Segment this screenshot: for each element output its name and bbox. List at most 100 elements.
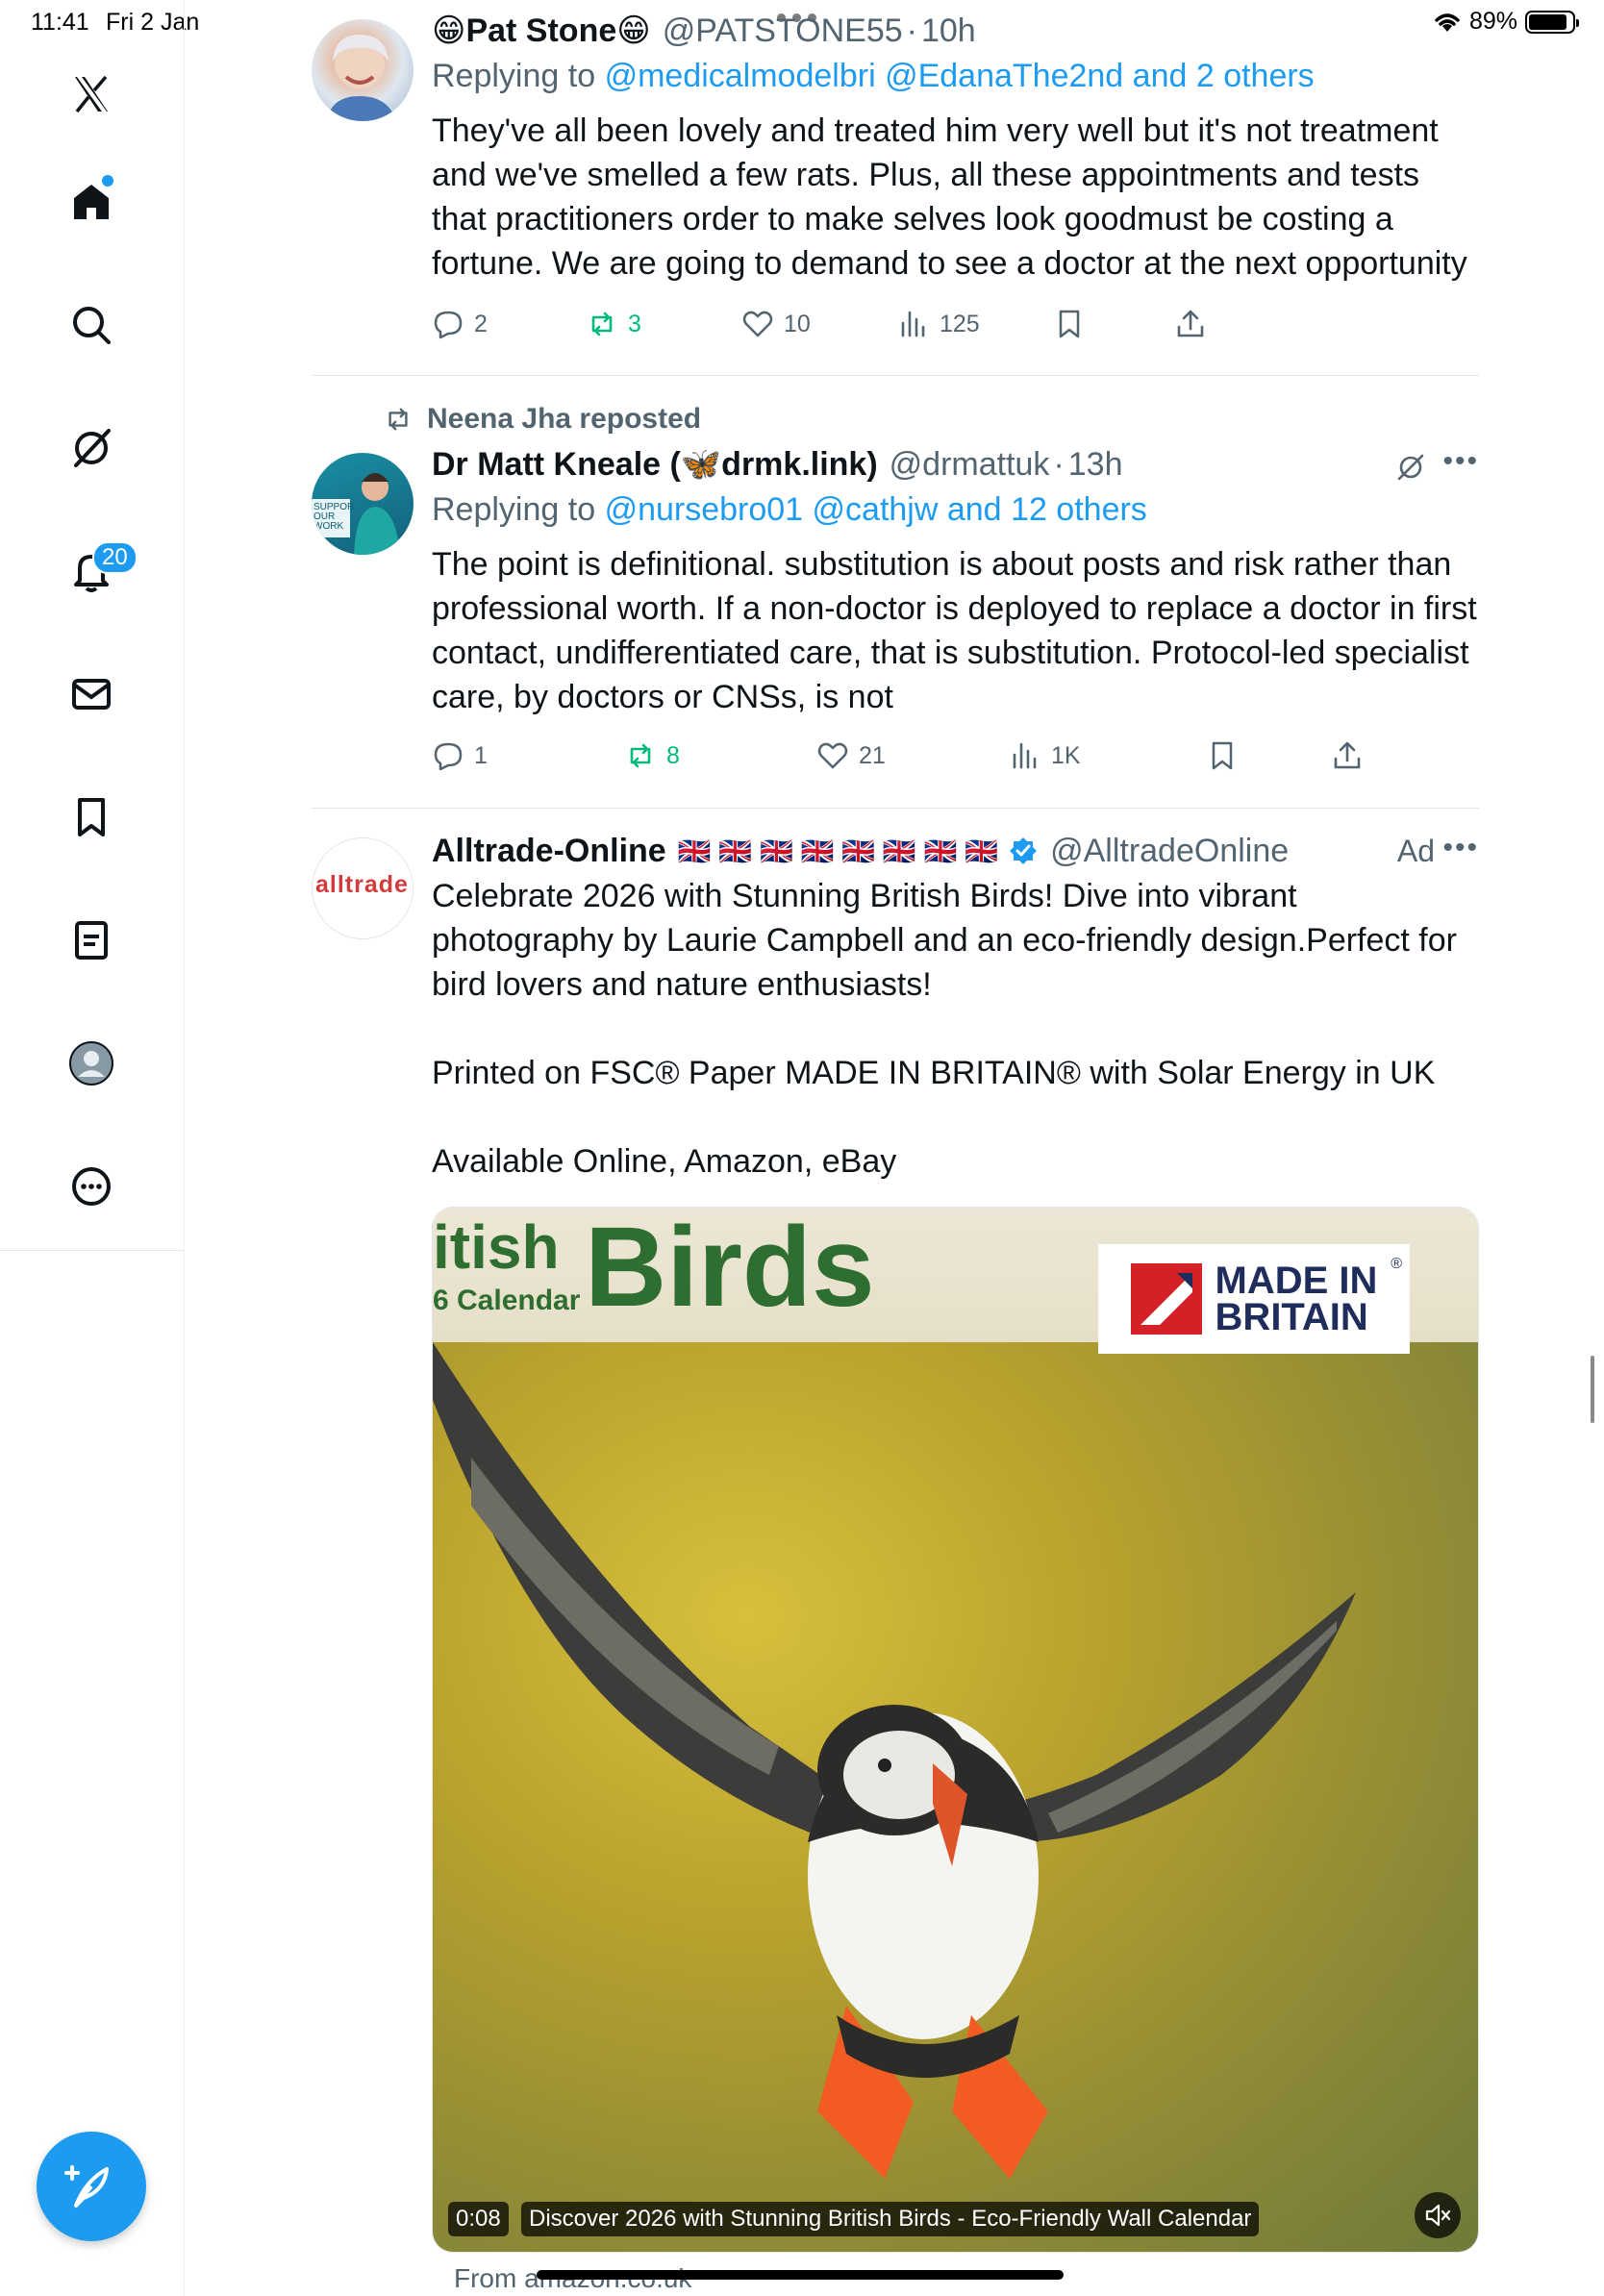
made-in-britain-badge: MADE IN BRITAIN ® <box>1098 1244 1410 1354</box>
author-name-link[interactable]: drmk.link) <box>721 446 877 484</box>
tweet-header: 😁 Pat Stone 😁 @PATSTONE55 · 10h <box>432 10 1479 52</box>
share-button[interactable] <box>1331 739 1364 772</box>
grok-icon[interactable] <box>61 417 122 479</box>
tweet-pat-stone[interactable]: 😁 Pat Stone 😁 @PATSTONE55 · 10h Replying… <box>312 0 1479 375</box>
avatar[interactable] <box>312 19 414 121</box>
flag-emojis: 🇬🇧 🇬🇧 🇬🇧 🇬🇧 🇬🇧 🇬🇧 🇬🇧 🇬🇧 <box>677 836 999 866</box>
more-icon[interactable] <box>61 1156 122 1217</box>
like-button[interactable]: 21 <box>816 739 886 772</box>
tweet-header: Dr Matt Kneale ( 🦋 drmk.link) @drmattuk … <box>432 443 1479 486</box>
repost-icon <box>630 743 651 768</box>
tweet-ad-alltrade[interactable]: alltrade Alltrade-Online 🇬🇧 🇬🇧 🇬🇧 🇬🇧 🇬🇧 … <box>312 809 1479 2296</box>
video-duration: 0:08 <box>448 2202 509 2236</box>
verified-badge-icon[interactable] <box>1008 836 1039 866</box>
author-handle[interactable]: @AlltradeOnline <box>1050 833 1289 870</box>
author-handle[interactable]: @PATSTONE55 <box>663 12 903 50</box>
name-emoji-left: 😁 <box>432 12 466 49</box>
views-button[interactable]: 1K <box>1009 739 1081 772</box>
search-icon[interactable] <box>61 294 122 356</box>
tweet-actions: 2 3 10 125 <box>432 308 1479 346</box>
messages-icon[interactable] <box>61 663 122 725</box>
grok-icon[interactable] <box>1394 451 1427 484</box>
badge-registered: ® <box>1391 1256 1402 1272</box>
author-name[interactable]: Pat Stone <box>465 12 616 50</box>
heart-icon <box>817 742 848 769</box>
tweet-text: Celebrate 2026 with Stunning British Bir… <box>432 878 1457 1180</box>
time-separator: · <box>1053 445 1065 483</box>
avatar-text: SUPPOR OUR WORK <box>313 502 355 532</box>
bookmark-icon <box>1212 741 1233 770</box>
repost-count: 8 <box>666 741 680 769</box>
sidebar: 20 <box>0 0 185 2296</box>
views-chart-icon <box>1013 742 1037 769</box>
replying-to: Replying to @nursebro01 @cathjw and 12 o… <box>432 491 1479 529</box>
bookmarks-icon[interactable] <box>61 786 122 848</box>
badge-line2: BRITAIN <box>1215 1296 1368 1338</box>
share-icon <box>1177 310 1204 337</box>
profile-icon[interactable] <box>61 1033 122 1094</box>
cover-title-left: itish <box>433 1212 560 1282</box>
made-in-britain-logo-icon <box>1130 1263 1202 1335</box>
home-indicator[interactable] <box>537 2270 1064 2280</box>
avatar-photo-icon <box>327 35 396 121</box>
author-handle[interactable]: @drmattuk <box>890 446 1050 484</box>
ad-label: Ad <box>1396 834 1435 868</box>
home-notification-dot <box>102 175 113 187</box>
avatar[interactable]: alltrade <box>312 837 414 939</box>
reply-button[interactable]: 1 <box>432 739 488 772</box>
battery-icon <box>1525 10 1579 34</box>
more-options-icon[interactable]: ••• <box>1442 445 1479 478</box>
tweet-header: Alltrade-Online 🇬🇧 🇬🇧 🇬🇧 🇬🇧 🇬🇧 🇬🇧 🇬🇧 🇬🇧 … <box>432 830 1479 872</box>
cover-subtitle-left: 6 Calendar <box>433 1285 581 1316</box>
compose-icon <box>64 2165 109 2208</box>
views-button[interactable]: 125 <box>897 308 980 340</box>
more-options-icon[interactable]: ••• <box>1442 832 1479 864</box>
compose-button[interactable] <box>37 2132 146 2241</box>
reply-button[interactable]: 2 <box>432 308 488 340</box>
bookmark-button[interactable] <box>1053 308 1086 340</box>
replying-to-users-link[interactable]: @nursebro01 @cathjw and 12 others <box>605 491 1147 528</box>
badge-line1: MADE IN <box>1215 1260 1378 1302</box>
bookmark-icon <box>1059 310 1080 338</box>
reply-icon <box>434 742 463 771</box>
repost-button[interactable]: 3 <box>586 308 641 340</box>
repost-button[interactable]: 8 <box>624 739 680 772</box>
reposted-by-label[interactable]: Neena Jha reposted <box>427 403 701 436</box>
mute-button[interactable] <box>1415 2192 1461 2238</box>
lists-icon[interactable] <box>61 910 122 971</box>
puffin-illustration-icon <box>433 1342 1356 2179</box>
name-emoji-right: 😁 <box>616 12 651 49</box>
speaker-muted-icon <box>1425 2204 1451 2227</box>
avatar[interactable]: SUPPOR OUR WORK <box>312 453 414 555</box>
puffin-photo <box>433 1342 1478 2252</box>
time-separator: · <box>906 12 917 49</box>
tweet-matt-kneale[interactable]: Neena Jha reposted SUPPOR OUR WORK Dr Ma… <box>312 376 1479 809</box>
views-count: 125 <box>940 310 980 337</box>
reply-count: 1 <box>474 741 488 769</box>
bookmark-button[interactable] <box>1206 739 1239 772</box>
author-name[interactable]: Alltrade-Online <box>432 833 666 870</box>
like-button[interactable]: 10 <box>741 308 811 340</box>
tweet-time[interactable]: 13h <box>1068 446 1123 484</box>
sidebar-divider <box>0 1250 185 1251</box>
butterfly-emoji: 🦋 <box>680 446 722 483</box>
scroll-indicator[interactable] <box>1591 1356 1594 1423</box>
share-button[interactable] <box>1174 308 1207 340</box>
replying-label: Replying to <box>432 491 596 528</box>
x-logo-icon[interactable] <box>61 63 122 125</box>
tweet-actions: 1 8 21 1K <box>432 739 1479 778</box>
author-name[interactable]: Dr Matt Kneale ( <box>432 446 681 484</box>
replying-to-users-link[interactable]: @medicalmodelbri @EdanaThe2nd and 2 othe… <box>605 58 1315 94</box>
views-chart-icon <box>901 311 925 337</box>
views-count: 1K <box>1051 741 1081 769</box>
tweet-time[interactable]: 10h <box>921 12 976 50</box>
tweet-text: They've all been lovely and treated him … <box>432 112 1467 282</box>
ad-video-media[interactable]: itish 6 Calendar Birds MADE IN BRITAIN ®… <box>432 1207 1479 2253</box>
video-title: Discover 2026 with Stunning British Bird… <box>521 2202 1260 2236</box>
reposted-by: Neena Jha reposted <box>383 403 701 436</box>
tweet-text: The point is definitional. substitution … <box>432 546 1477 715</box>
share-icon <box>1334 741 1361 769</box>
reply-icon <box>434 311 463 339</box>
notifications-badge: 20 <box>92 541 138 574</box>
repost-icon <box>591 312 613 337</box>
